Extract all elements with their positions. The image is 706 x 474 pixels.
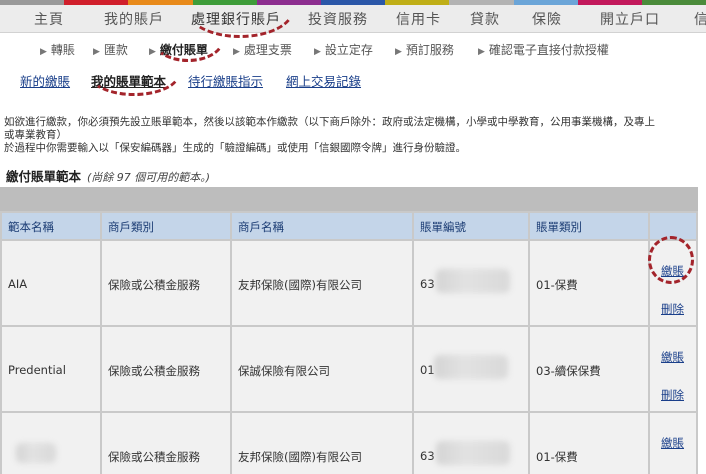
subnav-label: 確認電子直接付款授權 (488, 43, 609, 57)
redacted-template-name (16, 443, 56, 463)
nav-item-insurance[interactable]: 保險 (532, 9, 562, 29)
nav-item-cut-off[interactable]: 信 (694, 9, 706, 29)
merchant-name: 友邦保險(國際)有限公司 (238, 278, 362, 292)
nav-item-loans[interactable]: 貸款 (470, 9, 500, 29)
subnav-label: 預訂服務 (405, 43, 454, 57)
nav-item-home[interactable]: 主頁 (34, 9, 64, 29)
subnav-item-transfer[interactable]: ▶ 轉賬 (40, 41, 75, 58)
remaining-templates-note: (尚餘 97 個可用的範本。) (87, 171, 211, 184)
delete-template-link[interactable]: 刪除 (661, 301, 684, 317)
tab-pending-instructions[interactable]: 待行繳賬指示 (188, 71, 263, 90)
subnav-item-edda[interactable]: ▶ 確認電子直接付款授權 (478, 41, 609, 58)
arrow-right-icon: ▶ (40, 47, 47, 57)
subnav-item-time-deposit[interactable]: ▶ 設立定存 (314, 41, 373, 58)
arrow-right-icon: ▶ (314, 47, 321, 57)
merchant-category: 保險或公積金服務 (108, 450, 200, 464)
sub-navigation: ▶ 轉賬 ▶ 匯款 ▶ 繳付賬單 ▶ 處理支票 ▶ 設立定存 ▶ 預訂服務 ▶ 確認電子直接付… (0, 34, 706, 62)
main-navigation: 主頁 我的賬戶 處理銀行賬戶 投資服務 信用卡 貸款 保險 開立戶口 信 (0, 5, 706, 33)
bill-number: 01 (420, 363, 435, 377)
merchant-name: 保誠保險有限公司 (238, 364, 330, 378)
instruction-text: 如欲進行繳款，你必須預先設立賬單範本，然後以該範本作繳款（以下商戶除外：政府或法… (4, 116, 655, 128)
tab-transaction-records[interactable]: 網上交易記錄 (286, 71, 361, 90)
table-top-bar (0, 187, 698, 211)
pay-bill-link[interactable]: 繳賬 (661, 349, 684, 365)
subnav-item-remittance[interactable]: ▶ 匯款 (93, 41, 128, 58)
redacted-bill-number (436, 441, 510, 465)
subnav-label: 設立定存 (324, 43, 373, 57)
table-row: AIA 保險或公積金服務 友邦保險(國際)有限公司 63 01-保費 繳賬 刪除 (0, 241, 698, 325)
instruction-text: 於過程中你需要輸入以「保安編碼器」生成的「驗證編碼」或使用「信銀國際令牌」進行身… (4, 142, 466, 154)
subnav-item-reservation[interactable]: ▶ 預訂服務 (395, 41, 454, 58)
template-name: AIA (8, 277, 28, 291)
redacted-bill-number (436, 269, 510, 293)
annotation-underline-templates (88, 74, 180, 96)
subnav-label: 處理支票 (243, 43, 292, 57)
bill-type: 03-續保保費 (536, 364, 601, 378)
tab-new-payment[interactable]: 新的繳賬 (20, 71, 70, 90)
bill-number: 63 (420, 449, 435, 463)
arrow-right-icon: ▶ (395, 47, 402, 57)
redacted-bill-number (434, 355, 508, 379)
table-row: 保險或公積金服務 友邦保險(國際)有限公司 63 01-保費 繳賬 (0, 413, 698, 474)
nav-item-my-accounts[interactable]: 我的賬戶 (104, 9, 164, 29)
subnav-label: 轉賬 (50, 43, 75, 57)
arrow-right-icon: ▶ (93, 47, 100, 57)
instruction-text: 或專業教育） (4, 129, 67, 141)
merchant-category: 保險或公積金服務 (108, 364, 200, 378)
annotation-circle-pay-link (648, 236, 694, 284)
column-header-category: 商戶類別 (102, 213, 230, 239)
bill-number: 63 (420, 277, 435, 291)
nav-item-investment[interactable]: 投資服務 (308, 9, 368, 29)
nav-item-open-account[interactable]: 開立戶口 (600, 9, 660, 29)
table-row: Predential 保險或公積金服務 保誠保險有限公司 01 03-續保保費 … (0, 327, 698, 411)
section-title-text: 繳付賬單範本 (6, 169, 82, 184)
arrow-right-icon: ▶ (478, 47, 485, 57)
subnav-item-cheques[interactable]: ▶ 處理支票 (233, 41, 292, 58)
pay-bill-link[interactable]: 繳賬 (661, 435, 684, 451)
bill-type: 01-保費 (536, 278, 578, 292)
subnav-label: 匯款 (103, 43, 128, 57)
section-title: 繳付賬單範本 (尚餘 97 個可用的範本。) (6, 166, 210, 185)
delete-template-link[interactable]: 刪除 (661, 387, 684, 403)
column-header-template: 範本名稱 (2, 213, 100, 239)
nav-item-credit-card[interactable]: 信用卡 (396, 9, 441, 29)
arrow-right-icon: ▶ (233, 47, 240, 57)
column-header-merchant: 商戶名稱 (232, 213, 412, 239)
template-name: Predential (8, 363, 66, 377)
merchant-name: 友邦保險(國際)有限公司 (238, 450, 362, 464)
column-header-bill-type: 賬單類別 (530, 213, 648, 239)
bill-type: 01-保費 (536, 450, 578, 464)
merchant-category: 保險或公積金服務 (108, 278, 200, 292)
column-header-bill-number: 賬單編號 (414, 213, 528, 239)
